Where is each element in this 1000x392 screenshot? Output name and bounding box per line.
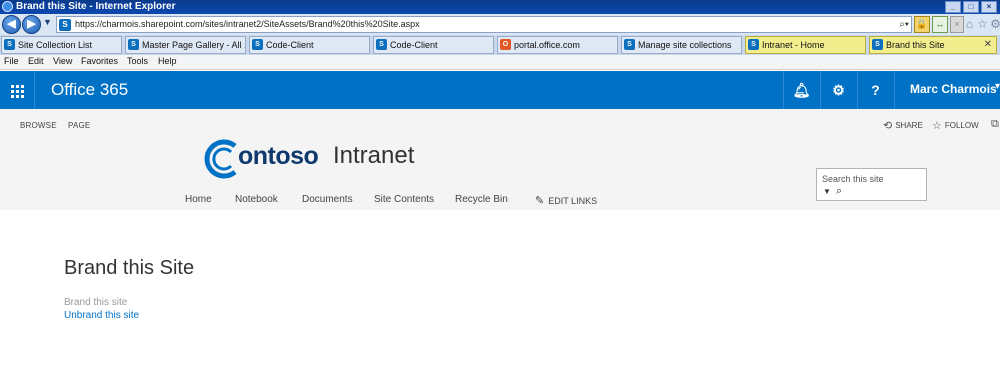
app-launcher-icon[interactable] [0, 71, 34, 109]
menu-favorites[interactable]: Favorites [81, 56, 118, 66]
user-menu-chevron-icon[interactable]: ▾ [995, 81, 1000, 92]
sharepoint-favicon-icon: S [376, 39, 387, 50]
contoso-logo-text[interactable]: ontoso [238, 142, 319, 171]
browser-tab[interactable]: S Master Page Gallery - All ... [125, 36, 246, 54]
tab-label: Manage site collections [638, 40, 732, 50]
search-scope-dropdown-icon[interactable]: ▼ [823, 187, 831, 196]
nav-link-notebook[interactable]: Notebook [235, 194, 278, 205]
sharepoint-favicon-icon: S [872, 39, 883, 50]
star-icon: ☆ [932, 120, 942, 132]
tab-label: Code-Client [266, 40, 314, 50]
page-title: Brand this Site [64, 257, 195, 280]
sharepoint-favicon-icon: S [252, 39, 263, 50]
tab-label: Site Collection List [18, 40, 93, 50]
search-icon[interactable]: ⌕ [836, 185, 842, 198]
office365-suite-bar: Office 365 🔔︎ ⚙ ? Marc Charmois ▾ [0, 71, 1000, 109]
tab-label: Master Page Gallery - All ... [142, 40, 246, 50]
address-toolbar: ◀ ▶ ▼ S https://charmois.sharepoint.com/… [0, 14, 1000, 35]
site-title[interactable]: Intranet [333, 142, 414, 170]
brand-site-link[interactable]: Brand this site [64, 297, 127, 308]
settings-gear-icon[interactable]: ⚙ [820, 71, 857, 109]
favorites-star-icon[interactable]: ☆ [977, 16, 988, 33]
nav-link-recycle-bin[interactable]: Recycle Bin [455, 194, 508, 205]
maximize-icon[interactable]: □ [963, 1, 979, 13]
follow-button[interactable]: ☆ FOLLOW [932, 119, 979, 132]
contoso-logo-icon[interactable] [204, 138, 240, 180]
nav-link-site-contents[interactable]: Site Contents [374, 194, 434, 205]
pencil-icon: ✎ [535, 195, 545, 207]
browser-tab[interactable]: S Site Collection List [1, 36, 122, 54]
minimize-icon[interactable]: _ [945, 1, 961, 13]
tab-label: Code-Client [390, 40, 438, 50]
browser-tab[interactable]: S Intranet - Home [745, 36, 866, 54]
menu-file[interactable]: File [4, 56, 19, 66]
office-favicon-icon: O [500, 39, 511, 50]
tools-gear-icon[interactable]: ⚙ [990, 16, 1000, 33]
user-name[interactable]: Marc Charmois [910, 82, 997, 96]
focus-on-content-icon[interactable]: ⧉ [991, 118, 999, 131]
compatibility-icon[interactable]: ↔ [932, 16, 948, 33]
tab-label: Intranet - Home [762, 40, 825, 50]
browser-tab[interactable]: S Code-Client [373, 36, 494, 54]
menu-view[interactable]: View [53, 56, 72, 66]
address-url[interactable]: https://charmois.sharepoint.com/sites/in… [75, 19, 420, 29]
ribbon-tab-browse[interactable]: BROWSE [20, 121, 57, 130]
menu-tools[interactable]: Tools [127, 56, 148, 66]
sharepoint-favicon-icon: S [4, 39, 15, 50]
address-search-icon[interactable]: ⌕▾ [899, 19, 909, 30]
follow-label: FOLLOW [944, 121, 979, 130]
menu-edit[interactable]: Edit [28, 56, 44, 66]
browser-tab[interactable]: S Code-Client [249, 36, 370, 54]
tab-label: portal.office.com [514, 40, 580, 50]
suite-divider [34, 71, 35, 109]
nav-link-home[interactable]: Home [185, 194, 212, 205]
sharepoint-favicon-icon: S [624, 39, 635, 50]
window-controls: _ □ × [945, 1, 997, 13]
back-button[interactable]: ◀ [2, 15, 21, 34]
browser-tab[interactable]: O portal.office.com [497, 36, 618, 54]
menu-help[interactable]: Help [158, 56, 177, 66]
address-bar[interactable]: S https://charmois.sharepoint.com/sites/… [56, 16, 912, 33]
browser-tab-strip: S Site Collection List S Master Page Gal… [0, 35, 1000, 55]
edit-links-label: EDIT LINKS [548, 195, 598, 206]
close-window-icon[interactable]: × [981, 1, 997, 13]
help-question-icon[interactable]: ? [857, 71, 894, 109]
share-label: SHARE [895, 121, 923, 130]
window-title-bar: Brand this Site - Internet Explorer _ □ … [0, 0, 1000, 14]
lock-icon[interactable]: 🔒 [914, 16, 930, 33]
forward-button[interactable]: ▶ [22, 15, 41, 34]
menu-bar: File Edit View Favorites Tools Help [0, 55, 1000, 70]
home-icon[interactable]: ⌂ [964, 16, 975, 33]
ribbon-tab-page[interactable]: PAGE [68, 121, 90, 130]
office365-title[interactable]: Office 365 [51, 80, 128, 100]
suite-divider [894, 71, 895, 109]
nav-link-documents[interactable]: Documents [302, 194, 353, 205]
share-button[interactable]: ⟲ SHARE [883, 119, 923, 132]
sharepoint-favicon-icon: S [748, 39, 759, 50]
close-tab-icon[interactable]: ✕ [984, 37, 992, 53]
sharepoint-site-icon: S [59, 19, 71, 31]
stop-icon[interactable]: × [950, 16, 964, 33]
browser-tab[interactable]: S Manage site collections [621, 36, 742, 54]
sharepoint-favicon-icon: S [128, 39, 139, 50]
window-title: Brand this Site - Internet Explorer [16, 1, 176, 12]
tab-label: Brand this Site [886, 40, 945, 50]
unbrand-site-link[interactable]: Unbrand this site [64, 310, 139, 321]
edit-links-button[interactable]: ✎ EDIT LINKS [535, 194, 597, 207]
recent-pages-dropdown-icon[interactable]: ▼ [43, 17, 52, 27]
browser-tab-active[interactable]: S Brand this Site ✕ [869, 36, 997, 54]
notifications-bell-icon[interactable]: 🔔︎ [783, 71, 820, 109]
site-search-box[interactable]: Search this site ▼ ⌕ [816, 168, 927, 201]
search-placeholder: Search this site [822, 174, 884, 184]
internet-explorer-icon [2, 1, 13, 12]
share-icon: ⟲ [883, 120, 893, 132]
